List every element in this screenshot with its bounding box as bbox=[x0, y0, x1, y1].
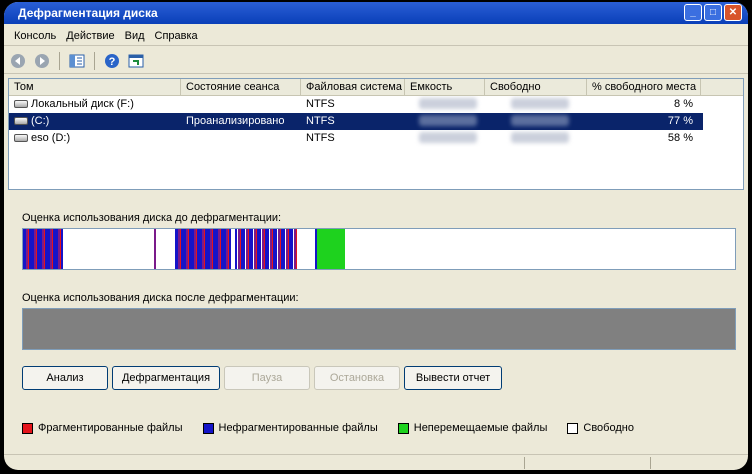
help-icon: ? bbox=[105, 53, 119, 68]
console-tree-icon bbox=[69, 54, 85, 67]
properties-button[interactable] bbox=[126, 51, 146, 71]
hard-disk-icon bbox=[14, 100, 28, 109]
volume-status bbox=[181, 96, 301, 113]
volume-name: (C:) bbox=[31, 115, 50, 127]
column-header-file-system[interactable]: Файловая система bbox=[301, 79, 405, 96]
disk-map-segment bbox=[235, 229, 297, 269]
volume-name-cell: eso (D:) bbox=[9, 130, 181, 147]
status-separator bbox=[524, 457, 525, 469]
legend-item-fragmented: Фрагментированные файлы bbox=[22, 422, 183, 434]
disk-map-unmovable-segment bbox=[317, 229, 345, 269]
forward-button[interactable] bbox=[32, 51, 52, 71]
volume-free-blurred bbox=[485, 96, 587, 113]
volume-row-c[interactable]: (C:) Проанализировано NTFS 77 % bbox=[9, 113, 703, 130]
volume-name-cell: (C:) bbox=[9, 113, 181, 130]
legend-item-unmovable: Неперемещаемые файлы bbox=[397, 422, 548, 434]
window-title: Дефрагментация диска bbox=[18, 6, 158, 20]
forward-arrow-icon bbox=[35, 53, 49, 68]
close-icon[interactable]: ✕ bbox=[724, 4, 742, 21]
analysis-pane: Оценка использования диска до дефрагмент… bbox=[8, 192, 744, 454]
pause-button[interactable]: Пауза bbox=[224, 366, 310, 390]
column-header-pct-free[interactable]: % свободного места bbox=[587, 79, 701, 96]
defragment-button[interactable]: Дефрагментация bbox=[112, 366, 220, 390]
toolbar-separator bbox=[94, 51, 95, 70]
title-controls: _ □ ✕ bbox=[684, 4, 742, 21]
legend-swatch bbox=[567, 422, 579, 434]
status-bar bbox=[4, 454, 748, 470]
status-separator bbox=[650, 457, 651, 469]
minimize-icon[interactable]: _ bbox=[684, 4, 702, 21]
volume-capacity-blurred bbox=[405, 96, 485, 113]
menu-console[interactable]: Консоль bbox=[10, 26, 62, 45]
stop-button[interactable]: Остановка bbox=[314, 366, 400, 390]
volume-fs: NTFS bbox=[306, 115, 335, 127]
menu-action[interactable]: Действие bbox=[62, 26, 120, 45]
legend: Фрагментированные файлы Нефрагментирован… bbox=[22, 422, 634, 434]
legend-label: Неперемещаемые файлы bbox=[413, 422, 548, 434]
after-defrag-map bbox=[22, 308, 736, 350]
legend-swatch bbox=[397, 422, 409, 434]
defrag-window: Дефрагментация диска _ □ ✕ Консоль Дейст… bbox=[4, 2, 748, 470]
volume-row-d[interactable]: eso (D:) NTFS 58 % bbox=[9, 130, 743, 147]
analyze-button[interactable]: Анализ bbox=[22, 366, 108, 390]
volume-list-header: Том Состояние сеанса Файловая система Ем… bbox=[9, 79, 743, 96]
properties-icon bbox=[128, 54, 144, 67]
volume-name: eso (D:) bbox=[31, 132, 71, 144]
column-header-free[interactable]: Свободно bbox=[485, 79, 587, 96]
title-bar[interactable]: Дефрагментация диска _ □ ✕ bbox=[4, 2, 748, 24]
volume-fs: NTFS bbox=[306, 98, 335, 110]
legend-label: Свободно bbox=[583, 422, 634, 434]
toolbar-separator bbox=[59, 51, 60, 70]
maximize-icon[interactable]: □ bbox=[704, 4, 722, 21]
show-hide-tree-button[interactable] bbox=[67, 51, 87, 71]
column-header-filler bbox=[701, 79, 743, 96]
volume-name: Локальный диск (F:) bbox=[31, 98, 134, 110]
volume-pct-free: 8 % bbox=[674, 98, 693, 110]
column-header-session-status[interactable]: Состояние сеанса bbox=[181, 79, 301, 96]
volume-name-cell: Локальный диск (F:) bbox=[9, 96, 181, 113]
view-report-button[interactable]: Вывести отчет bbox=[404, 366, 502, 390]
volume-status bbox=[181, 130, 301, 147]
volume-pct-free: 77 % bbox=[667, 115, 693, 127]
legend-swatch bbox=[22, 422, 33, 434]
disk-map-segment bbox=[23, 229, 63, 269]
legend-label: Фрагментированные файлы bbox=[38, 422, 183, 434]
volume-free-blurred bbox=[485, 130, 587, 147]
disk-map-segment bbox=[175, 229, 231, 269]
toolbar: ? bbox=[4, 48, 748, 74]
before-defrag-map bbox=[22, 228, 736, 270]
legend-swatch bbox=[202, 422, 214, 434]
volume-free-blurred bbox=[485, 113, 587, 130]
menu-help[interactable]: Справка bbox=[151, 26, 204, 45]
volume-row-f[interactable]: Локальный диск (F:) NTFS 8 % bbox=[9, 96, 743, 113]
hard-disk-icon bbox=[14, 134, 28, 143]
volume-list: Том Состояние сеанса Файловая система Ем… bbox=[8, 78, 744, 190]
legend-item-free: Свободно bbox=[567, 422, 634, 434]
after-defrag-label: Оценка использования диска после дефрагм… bbox=[22, 292, 299, 304]
legend-item-contiguous: Нефрагментированные файлы bbox=[202, 422, 378, 434]
hard-disk-icon bbox=[14, 117, 28, 126]
legend-label: Нефрагментированные файлы bbox=[218, 422, 378, 434]
svg-text:?: ? bbox=[109, 56, 116, 68]
before-defrag-label: Оценка использования диска до дефрагмент… bbox=[22, 212, 282, 224]
volume-capacity-blurred bbox=[405, 130, 485, 147]
back-arrow-icon bbox=[11, 53, 25, 68]
disk-map-segment bbox=[154, 229, 156, 269]
menu-bar: Консоль Действие Вид Справка bbox=[4, 26, 748, 46]
back-button[interactable] bbox=[8, 51, 28, 71]
volume-pct-free: 58 % bbox=[667, 132, 693, 144]
volume-status: Проанализировано bbox=[186, 115, 285, 127]
help-button[interactable]: ? bbox=[102, 51, 122, 71]
volume-fs: NTFS bbox=[306, 132, 335, 144]
volume-capacity-blurred bbox=[405, 113, 485, 130]
column-header-volume[interactable]: Том bbox=[9, 79, 181, 96]
column-header-capacity[interactable]: Емкость bbox=[405, 79, 485, 96]
menu-view[interactable]: Вид bbox=[121, 26, 151, 45]
